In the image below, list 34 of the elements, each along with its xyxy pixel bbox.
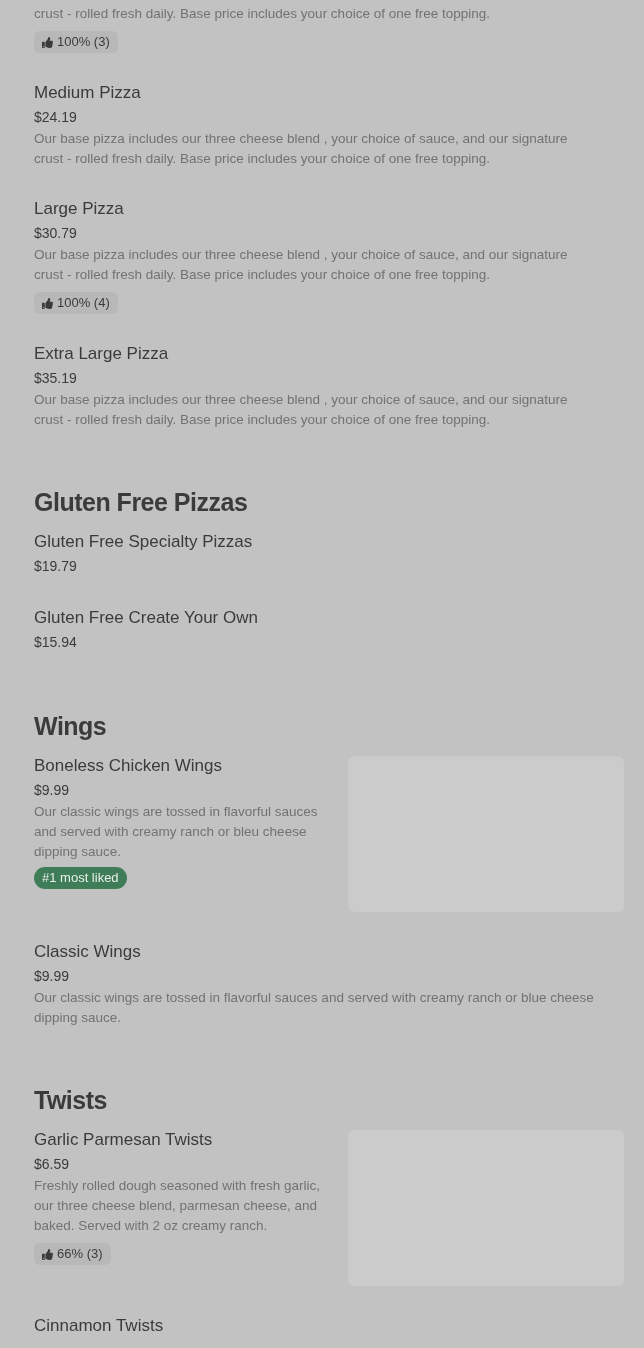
- thumbs-up-icon: [42, 1248, 53, 1260]
- item-name[interactable]: Medium Pizza: [34, 80, 141, 105]
- item-name[interactable]: Gluten Free Specialty Pizzas: [34, 529, 253, 554]
- item-description: Our base pizza includes our three cheese blend , your choice of sauce, and our signature crust - rolled fresh daily. Base price includes your choice of one free topping.: [34, 391, 569, 429]
- rating-text: 100% (3): [57, 33, 110, 52]
- item-description: Our classic wings are tossed in flavorful sauces and served with creamy ranch or blue cheese dipping sauce.: [34, 989, 595, 1027]
- item-name[interactable]: Large Pizza: [34, 196, 124, 221]
- item-description: Our classic wings are tossed in flavorful sauces and served with creamy ranch or bleu cheese dipping sauce.: [34, 803, 319, 861]
- item-price: $35.19: [34, 369, 77, 388]
- item-description: Our base pizza includes our three cheese blend , your choice of sauce, and our signature crust - rolled fresh daily. Base price includes your choice of one free topping.: [34, 246, 569, 284]
- item-price: $15.94: [34, 633, 77, 652]
- item-price: $9.99: [34, 967, 70, 986]
- section-title: Wings: [34, 711, 108, 742]
- item-name[interactable]: Cinnamon Twists: [34, 1313, 164, 1338]
- item-price: $30.79: [34, 224, 77, 243]
- rating-text: 66% (3): [57, 1245, 103, 1264]
- section-title: Gluten Free Pizzas: [34, 487, 249, 518]
- item-name[interactable]: Garlic Parmesan Twists: [34, 1127, 213, 1152]
- item-price: $19.79: [34, 557, 77, 576]
- section-title: Twists: [34, 1085, 108, 1116]
- item-price: $9.99: [34, 781, 70, 800]
- thumbs-up-icon: [42, 297, 53, 309]
- item-name[interactable]: Boneless Chicken Wings: [34, 753, 223, 778]
- item-name[interactable]: Extra Large Pizza: [34, 341, 169, 366]
- rating-text: 100% (4): [57, 294, 110, 313]
- item-price: $6.59: [34, 1155, 70, 1174]
- item-description: crust - rolled fresh daily. Base price includes your choice of one free topping.: [34, 5, 490, 23]
- item-description: Freshly rolled dough seasoned with fresh garlic, our three cheese blend, parmesan cheese, and baked. Served with 2 oz creamy ranch.: [34, 1177, 321, 1235]
- item-name[interactable]: Gluten Free Create Your Own: [34, 605, 258, 630]
- item-name[interactable]: Classic Wings: [34, 939, 141, 964]
- most-liked-badge: #1 most liked: [34, 867, 127, 889]
- thumbs-up-icon: [42, 36, 53, 48]
- item-price: $24.19: [34, 108, 77, 127]
- item-description: Our base pizza includes our three cheese blend , your choice of sauce, and our signature crust - rolled fresh daily. Base price includes your choice of one free topping.: [34, 130, 569, 168]
